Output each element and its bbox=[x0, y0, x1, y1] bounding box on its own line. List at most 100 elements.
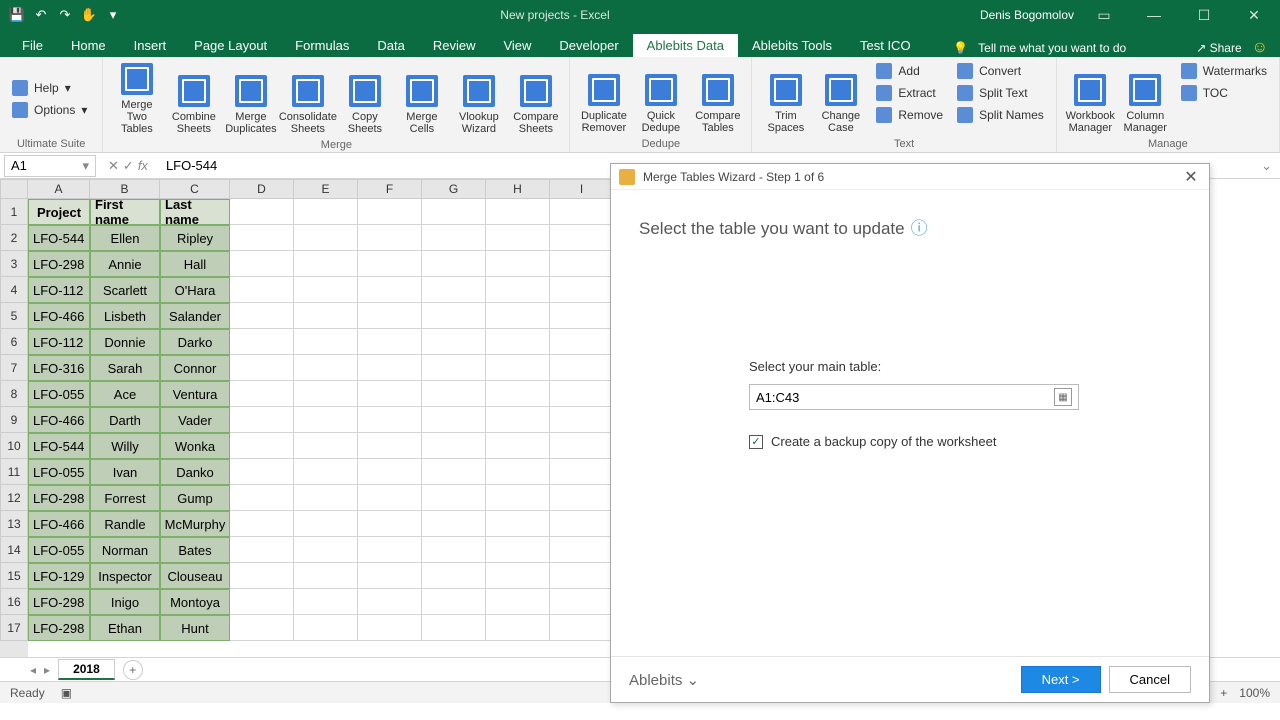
split-text-button[interactable]: Split Text bbox=[951, 83, 1050, 103]
cell[interactable] bbox=[230, 251, 294, 277]
cell[interactable]: LFO-055 bbox=[28, 459, 90, 485]
tab-ablebits-data[interactable]: Ablebits Data bbox=[633, 34, 738, 57]
redo-icon[interactable]: ↷ bbox=[54, 4, 76, 26]
row-header[interactable]: 12 bbox=[0, 485, 28, 511]
column-manager-button[interactable]: Column Manager bbox=[1118, 61, 1173, 136]
cell[interactable]: Project bbox=[28, 199, 90, 225]
column-header[interactable]: G bbox=[422, 179, 486, 199]
cell[interactable]: Wonka bbox=[160, 433, 230, 459]
cell[interactable] bbox=[486, 329, 550, 355]
tell-me-input[interactable]: Tell me what you want to do bbox=[978, 41, 1126, 55]
cell[interactable]: Sarah bbox=[90, 355, 160, 381]
tab-formulas[interactable]: Formulas bbox=[281, 34, 363, 57]
cell[interactable] bbox=[358, 355, 422, 381]
cancel-formula-icon[interactable]: ✕ bbox=[108, 158, 119, 174]
row-header[interactable]: 3 bbox=[0, 251, 28, 277]
cell[interactable]: Connor bbox=[160, 355, 230, 381]
cell[interactable]: LFO-055 bbox=[28, 381, 90, 407]
cell[interactable] bbox=[230, 459, 294, 485]
cell[interactable]: Danko bbox=[160, 459, 230, 485]
cell[interactable] bbox=[294, 407, 358, 433]
name-box[interactable]: A1▾ bbox=[4, 155, 96, 177]
row-header[interactable]: 17 bbox=[0, 615, 28, 641]
cell[interactable] bbox=[230, 589, 294, 615]
cell[interactable] bbox=[550, 485, 614, 511]
cell[interactable] bbox=[294, 381, 358, 407]
cell[interactable]: Ventura bbox=[160, 381, 230, 407]
tab-file[interactable]: File bbox=[8, 34, 57, 57]
zoom-level[interactable]: 100% bbox=[1239, 686, 1270, 700]
cell[interactable] bbox=[294, 355, 358, 381]
cell[interactable] bbox=[294, 537, 358, 563]
change-case-button[interactable]: Change Case bbox=[813, 61, 868, 136]
cell[interactable] bbox=[550, 225, 614, 251]
cell[interactable]: Hunt bbox=[160, 615, 230, 641]
cell[interactable]: Lisbeth bbox=[90, 303, 160, 329]
row-header[interactable]: 6 bbox=[0, 329, 28, 355]
cell[interactable] bbox=[230, 485, 294, 511]
cell[interactable] bbox=[486, 251, 550, 277]
workbook-manager-button[interactable]: Workbook Manager bbox=[1063, 61, 1118, 136]
zoom-in-icon[interactable]: + bbox=[1220, 686, 1227, 700]
cell[interactable] bbox=[422, 563, 486, 589]
cell[interactable] bbox=[358, 433, 422, 459]
tab-data[interactable]: Data bbox=[363, 34, 418, 57]
cell[interactable] bbox=[358, 199, 422, 225]
cell[interactable] bbox=[422, 407, 486, 433]
cell[interactable] bbox=[422, 303, 486, 329]
cell[interactable]: Ripley bbox=[160, 225, 230, 251]
cell[interactable]: Ivan bbox=[90, 459, 160, 485]
cell[interactable]: Ethan bbox=[90, 615, 160, 641]
cell[interactable] bbox=[422, 511, 486, 537]
cell[interactable]: LFO-316 bbox=[28, 355, 90, 381]
cell[interactable] bbox=[422, 277, 486, 303]
tab-home[interactable]: Home bbox=[57, 34, 120, 57]
cell[interactable]: Forrest bbox=[90, 485, 160, 511]
cell[interactable] bbox=[358, 563, 422, 589]
cell[interactable] bbox=[486, 589, 550, 615]
quick-dedupe-button[interactable]: Quick Dedupe bbox=[633, 61, 688, 136]
cell[interactable] bbox=[422, 433, 486, 459]
tab-review[interactable]: Review bbox=[419, 34, 490, 57]
cell[interactable] bbox=[294, 589, 358, 615]
cell[interactable]: LFO-129 bbox=[28, 563, 90, 589]
cell[interactable] bbox=[550, 199, 614, 225]
cell[interactable] bbox=[550, 407, 614, 433]
row-header[interactable]: 14 bbox=[0, 537, 28, 563]
cell[interactable]: Scarlett bbox=[90, 277, 160, 303]
column-header[interactable]: F bbox=[358, 179, 422, 199]
cell[interactable] bbox=[358, 459, 422, 485]
row-header[interactable]: 8 bbox=[0, 381, 28, 407]
consolidate-sheets-button[interactable]: Consolidate Sheets bbox=[280, 61, 335, 137]
row-header[interactable]: 16 bbox=[0, 589, 28, 615]
cell[interactable] bbox=[486, 459, 550, 485]
cell[interactable] bbox=[294, 303, 358, 329]
cell[interactable] bbox=[358, 251, 422, 277]
range-picker-icon[interactable]: ▦ bbox=[1054, 388, 1072, 406]
cell[interactable]: Annie bbox=[90, 251, 160, 277]
close-icon[interactable]: ✕ bbox=[1234, 0, 1274, 30]
cell[interactable] bbox=[230, 329, 294, 355]
cell[interactable]: LFO-298 bbox=[28, 485, 90, 511]
cell[interactable] bbox=[486, 485, 550, 511]
cell[interactable] bbox=[358, 225, 422, 251]
cell[interactable]: Hall bbox=[160, 251, 230, 277]
column-header[interactable]: D bbox=[230, 179, 294, 199]
cell[interactable] bbox=[486, 355, 550, 381]
row-header[interactable]: 1 bbox=[0, 199, 28, 225]
cell[interactable] bbox=[486, 277, 550, 303]
cell[interactable]: Ace bbox=[90, 381, 160, 407]
cell[interactable] bbox=[230, 433, 294, 459]
cell[interactable]: Willy bbox=[90, 433, 160, 459]
cell[interactable] bbox=[358, 589, 422, 615]
macro-record-icon[interactable]: ▣ bbox=[61, 686, 72, 700]
cell[interactable]: Last name bbox=[160, 199, 230, 225]
cell[interactable] bbox=[294, 329, 358, 355]
tab-developer[interactable]: Developer bbox=[545, 34, 632, 57]
cell[interactable] bbox=[294, 251, 358, 277]
cell[interactable] bbox=[550, 511, 614, 537]
cell[interactable] bbox=[294, 459, 358, 485]
cell[interactable] bbox=[294, 433, 358, 459]
cell[interactable] bbox=[422, 459, 486, 485]
cell[interactable] bbox=[550, 303, 614, 329]
